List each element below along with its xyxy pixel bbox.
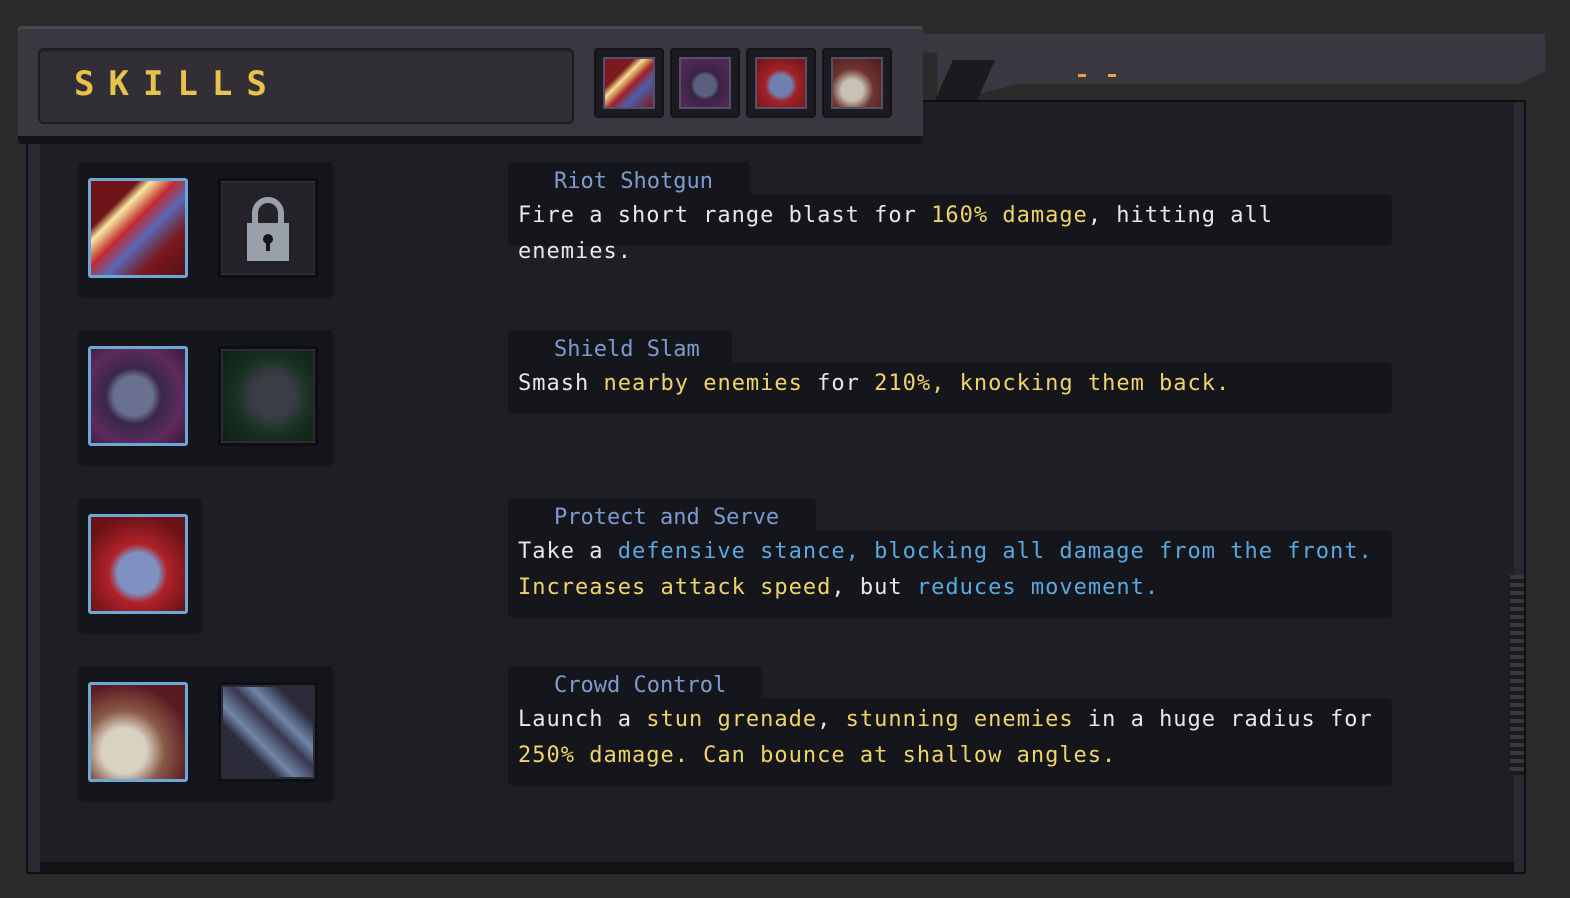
shield-fist-icon[interactable] — [88, 346, 188, 446]
indicator-dash — [1108, 74, 1116, 77]
tab-riot-shotgun[interactable] — [594, 48, 664, 118]
shield-bash-alt-icon[interactable] — [218, 346, 318, 446]
spread-shot-icon[interactable] — [218, 682, 318, 782]
skill-description: Launch a stun grenade, stunning enemies … — [508, 698, 1392, 786]
bucket-shield-icon[interactable] — [88, 514, 188, 614]
shotgun-icon[interactable] — [88, 178, 188, 278]
panel-ridges — [1510, 575, 1524, 775]
skill-name: Protect and Serve — [508, 498, 816, 534]
grenade-icon — [831, 57, 883, 109]
header-decoration — [905, 34, 1545, 96]
page-title: SKILLS — [74, 64, 281, 104]
shotgun-icon — [603, 57, 655, 109]
tab-protect-and-serve[interactable] — [746, 48, 816, 118]
skill-description: Smash nearby enemies for 210%, knocking … — [508, 362, 1392, 414]
tab-crowd-control[interactable] — [822, 48, 892, 118]
lock-icon[interactable] — [218, 178, 318, 278]
skill-name: Shield Slam — [508, 330, 732, 366]
bucket-shield-icon — [755, 57, 807, 109]
skill-description: Take a defensive stance, blocking all da… — [508, 530, 1392, 618]
skill-name: Crowd Control — [508, 666, 762, 702]
skill-description: Fire a short range blast for 160% damage… — [508, 194, 1392, 264]
tab-shield-slam[interactable] — [670, 48, 740, 118]
skill-name: Riot Shotgun — [508, 162, 750, 198]
grenade-icon[interactable] — [88, 682, 188, 782]
shield-fist-icon — [679, 57, 731, 109]
indicator-dash — [1078, 74, 1086, 77]
